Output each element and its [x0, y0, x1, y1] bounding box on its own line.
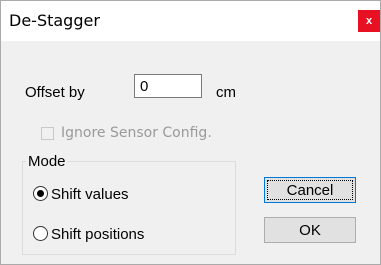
shift-positions-radio[interactable]: [33, 226, 48, 241]
close-button[interactable]: x: [358, 10, 380, 32]
dialog-content: Offset by cm Ignore Sensor Config. Mode …: [1, 41, 380, 264]
shift-values-label[interactable]: Shift values: [51, 186, 129, 203]
offset-label: Offset by: [25, 84, 85, 101]
dialog-title: De-Stagger: [9, 11, 100, 30]
ignore-sensor-checkbox: [41, 127, 54, 140]
cancel-button[interactable]: Cancel: [264, 177, 356, 203]
shift-values-radio[interactable]: [33, 186, 48, 201]
close-icon: x: [365, 15, 373, 27]
ignore-sensor-label: Ignore Sensor Config.: [61, 125, 212, 141]
mode-group-label: Mode: [26, 153, 68, 170]
unit-label: cm: [216, 84, 236, 101]
dialog-window: De-Stagger x Offset by cm Ignore Sensor …: [0, 0, 381, 265]
title-bar: De-Stagger x: [1, 1, 380, 41]
offset-input[interactable]: [134, 74, 202, 98]
shift-positions-label[interactable]: Shift positions: [51, 226, 144, 243]
ok-button[interactable]: OK: [264, 217, 356, 243]
